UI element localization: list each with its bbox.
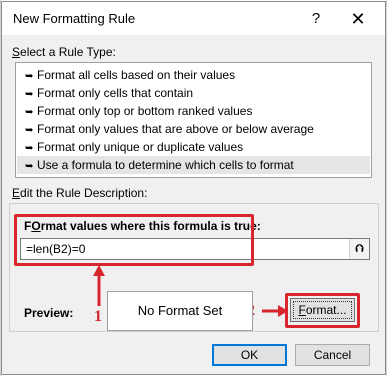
rule-type-item-above-below-average[interactable]: ➥ Format only values that are above or be… [17,120,370,138]
new-formatting-rule-dialog: New Formatting Rule ? ✕ Select a Rule Ty… [1,1,386,375]
rule-type-heading: Select a Rule Type: [12,45,116,59]
rule-type-item-label: Use a formula to determine which cells t… [37,158,294,172]
edit-description-heading-text: dit the Rule Description: [20,186,148,200]
rule-type-item-top-bottom[interactable]: ➥ Format only top or bottom ranked values [17,102,370,120]
cancel-button[interactable]: Cancel [295,344,370,366]
rule-type-item-cells-contain[interactable]: ➥ Format only cells that contain [17,84,370,102]
rule-type-item-use-formula[interactable]: ➥ Use a formula to determine which cells … [17,156,370,174]
edit-description-heading-accesskey: E [12,186,21,200]
help-button[interactable]: ? [295,4,337,34]
rule-type-heading-text: elect a Rule Type: [20,45,116,59]
preview-label: Preview: [24,306,74,320]
rule-type-heading-accesskey: S [12,45,21,59]
rule-type-item-label: Format all cells based on their values [37,68,236,82]
format-button-accesskey: F [298,303,306,317]
edit-description-heading: Edit the Rule Description: [12,186,147,200]
rule-type-item-all-cells[interactable]: ➥ Format all cells based on their values [17,66,370,84]
arrow-bullet-icon: ➥ [25,161,34,172]
annotation-number-1: 1 [94,308,102,325]
rule-type-item-label: Format only top or bottom ranked values [37,104,253,118]
rule-type-item-unique-duplicate[interactable]: ➥ Format only unique or duplicate values [17,138,370,156]
title-bar: New Formatting Rule ? ✕ [2,2,385,35]
rule-type-item-label: Format only values that are above or bel… [37,122,314,136]
rule-type-list[interactable]: ➥ Format all cells based on their values … [15,62,372,178]
rule-type-item-label: Format only cells that contain [37,86,194,100]
preview-box: No Format Set [107,291,253,331]
dialog-title: New Formatting Rule [13,11,136,26]
format-button[interactable]: Format... [290,298,355,322]
highlight-box-formula [14,214,254,266]
rule-type-item-label: Format only unique or duplicate values [37,140,244,154]
close-button[interactable]: ✕ [337,4,379,34]
format-button-label: ormat... [305,303,347,317]
collapse-dialog-icon[interactable]: ⮉ [349,239,369,259]
ok-button[interactable]: OK [212,344,287,366]
